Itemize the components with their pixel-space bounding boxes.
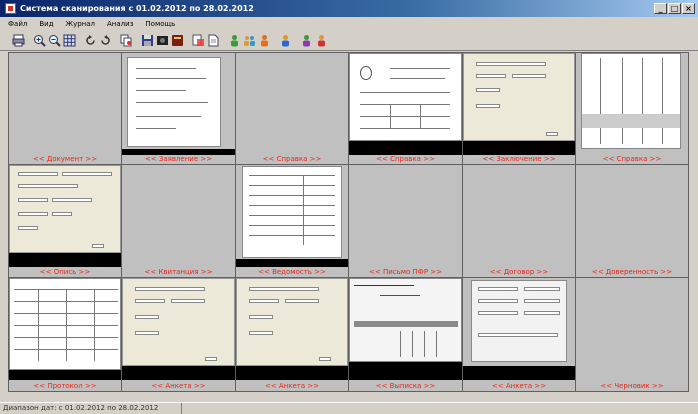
- thumbnail-cell[interactable]: << Выписка >>: [349, 278, 462, 391]
- document-thumbnail: [581, 53, 681, 149]
- person-multi-icon[interactable]: [243, 34, 256, 47]
- cell-label: << Справка >>: [602, 155, 662, 163]
- document-thumbnail: [127, 57, 221, 147]
- cell-label: << Выписка >>: [375, 382, 436, 390]
- cell-label: << Заключение >>: [482, 155, 556, 163]
- document-thumbnail: [349, 278, 462, 362]
- print-icon[interactable]: [12, 34, 25, 47]
- cell-label: << Письмо ПФР >>: [369, 268, 442, 276]
- cell-label: << Анкета >>: [151, 382, 206, 390]
- cell-label: << Анкета >>: [264, 382, 320, 390]
- toolbar: [0, 31, 698, 51]
- cell-label: << Договор >>: [489, 268, 549, 276]
- thumbnail-cell[interactable]: << Анкета >>: [463, 278, 575, 391]
- scan-icon[interactable]: [192, 34, 205, 47]
- menu-analysis[interactable]: Анализ: [107, 20, 133, 28]
- close-button[interactable]: ×: [682, 3, 695, 14]
- title-bar: Система сканирования с 01.02.2012 по 28.…: [0, 0, 698, 17]
- thumbnail-cell[interactable]: << Опись >>: [9, 165, 121, 277]
- document-thumbnail: [9, 278, 121, 370]
- person-blue-icon[interactable]: [279, 34, 292, 47]
- thumbnail-cell[interactable]: << Справка >>: [236, 53, 348, 164]
- person-purple-icon[interactable]: [300, 34, 313, 47]
- grid-view-icon[interactable]: [63, 34, 76, 47]
- book-icon[interactable]: [171, 34, 184, 47]
- rotate-left-icon[interactable]: [84, 34, 97, 47]
- thumbnail-cell[interactable]: << Анкета >>: [236, 278, 348, 391]
- thumbnail-cell[interactable]: << Протокол >>: [9, 278, 121, 391]
- thumbnail-cell[interactable]: << Черновик >>: [576, 278, 688, 391]
- form-thumbnail: [236, 278, 348, 366]
- form-thumbnail: [9, 165, 121, 253]
- minimize-button[interactable]: _: [654, 3, 667, 14]
- person-orange-icon[interactable]: [258, 34, 271, 47]
- cell-label: << Доверенность >>: [591, 268, 673, 276]
- thumbnail-cell[interactable]: << Квитанция >>: [122, 165, 235, 277]
- cell-label: << Черновик >>: [600, 382, 664, 390]
- cell-label: << Квитанция >>: [144, 268, 213, 276]
- cell-label: << Опись >>: [39, 268, 91, 276]
- document-thumbnail: [349, 53, 462, 141]
- cell-label: << Протокол >>: [33, 382, 97, 390]
- thumbnail-cell[interactable]: << Доверенность >>: [576, 165, 688, 277]
- window-controls: _ □ ×: [654, 3, 695, 14]
- status-bar: Диапазон дат: с 01.02.2012 по 28.02.2012: [0, 402, 698, 414]
- thumbnail-cell[interactable]: << Договор >>: [463, 165, 575, 277]
- cell-label: << Документ >>: [32, 155, 98, 163]
- window-title: Система сканирования с 01.02.2012 по 28.…: [20, 4, 254, 13]
- cell-label: << Ведомость >>: [258, 268, 326, 276]
- page-icon[interactable]: [207, 34, 220, 47]
- copy-icon[interactable]: [120, 34, 133, 47]
- cell-label: << Заявление >>: [144, 155, 213, 163]
- app-icon: [5, 3, 16, 14]
- thumbnail-cell[interactable]: << Заявление >>: [122, 53, 235, 164]
- cell-label: << Справка >>: [262, 155, 322, 163]
- menu-help[interactable]: Помощь: [145, 20, 175, 28]
- menu-file[interactable]: Файл: [8, 20, 27, 28]
- document-thumbnail: [471, 280, 567, 362]
- rotate-right-icon[interactable]: [99, 34, 112, 47]
- person-green-icon[interactable]: [228, 34, 241, 47]
- thumbnail-cell[interactable]: << Ведомость >>: [236, 165, 348, 277]
- record-icon[interactable]: [156, 34, 169, 47]
- zoom-in-icon[interactable]: [33, 34, 46, 47]
- zoom-out-icon[interactable]: [48, 34, 61, 47]
- form-thumbnail: [463, 53, 575, 141]
- thumbnail-grid: << Документ >> << Заявление >> << Справк…: [8, 52, 689, 392]
- cell-label: << Справка >>: [376, 155, 435, 163]
- maximize-button[interactable]: □: [668, 3, 681, 14]
- thumbnail-cell[interactable]: << Заключение >>: [463, 53, 575, 164]
- thumbnail-cell[interactable]: << Справка >>: [349, 53, 462, 164]
- thumbnail-cell[interactable]: << Документ >>: [9, 53, 121, 164]
- save-icon[interactable]: [141, 34, 154, 47]
- menu-view[interactable]: Вид: [39, 20, 53, 28]
- document-thumbnail: [242, 166, 342, 258]
- form-thumbnail: [122, 278, 235, 366]
- cell-label: << Анкета >>: [491, 382, 547, 390]
- thumbnail-cell[interactable]: << Письмо ПФР >>: [349, 165, 462, 277]
- person-red-icon[interactable]: [315, 34, 328, 47]
- thumbnail-cell[interactable]: << Анкета >>: [122, 278, 235, 391]
- thumbnail-cell[interactable]: << Справка >>: [576, 53, 688, 164]
- menu-bar: Файл Вид Журнал Анализ Помощь: [0, 17, 698, 30]
- status-date-range: Диапазон дат: с 01.02.2012 по 28.02.2012: [0, 403, 182, 414]
- menu-journal[interactable]: Журнал: [66, 20, 95, 28]
